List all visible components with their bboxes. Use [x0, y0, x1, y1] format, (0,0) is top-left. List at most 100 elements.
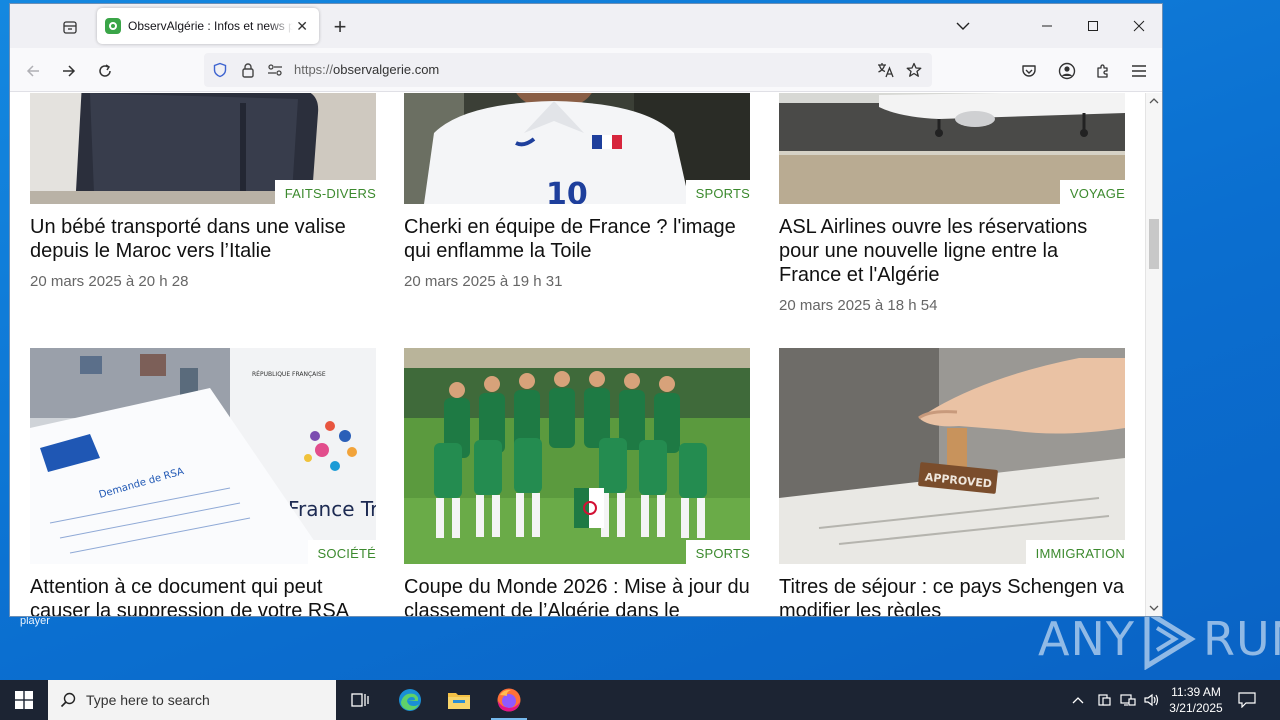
algeria-team-photo — [404, 348, 750, 564]
url-protocol: https:// — [294, 62, 334, 77]
site-favicon-icon — [105, 18, 121, 34]
address-bar[interactable]: https://observalgerie.com — [204, 53, 932, 87]
show-hidden-icons-button[interactable] — [1068, 680, 1088, 720]
play-logo-icon — [1144, 608, 1196, 670]
tray-device-button[interactable] — [1094, 680, 1114, 720]
watermark-any: ANY — [1038, 612, 1135, 666]
lock-icon — [242, 63, 254, 78]
browser-window: ObservAlgérie : Infos et news pour l'Alg… — [10, 4, 1162, 616]
tab-title: ObservAlgérie : Infos et news pour l'Alg… — [128, 19, 294, 33]
account-button[interactable] — [1054, 58, 1080, 84]
list-all-tabs-button[interactable] — [940, 4, 986, 48]
search-icon — [60, 692, 76, 708]
task-view-button[interactable] — [336, 680, 384, 720]
article-image[interactable]: VOYAGE — [779, 93, 1125, 204]
taskbar-clock[interactable]: 11:39 AM 3/21/2025 — [1166, 684, 1226, 716]
notifications-button[interactable] — [1232, 680, 1262, 720]
network-icon — [1120, 694, 1136, 706]
pocket-button[interactable] — [1016, 58, 1042, 84]
article-title[interactable]: Titres de séjour : ce pays Schengen va m… — [779, 575, 1125, 616]
close-window-button[interactable] — [1116, 4, 1162, 48]
category-badge[interactable]: SOCIÉTÉ — [307, 540, 376, 564]
article-title[interactable]: ASL Airlines ouvre les réservations pour… — [779, 215, 1125, 287]
article-card[interactable]: 10 SPORTS Cherki en équipe de France ? l… — [404, 93, 750, 290]
article-title[interactable]: Coupe du Monde 2026 : Mise à jour du cla… — [404, 575, 750, 616]
article-image[interactable]: APPROVED IMMIGRATION — [779, 348, 1125, 564]
category-badge[interactable]: SPORTS — [685, 180, 750, 204]
device-icon — [1098, 694, 1111, 706]
taskbar-edge[interactable] — [386, 680, 434, 720]
edge-icon — [399, 689, 421, 711]
article-card[interactable]: APPROVED IMMIGRATION Titres de séjour : … — [779, 348, 1125, 616]
article-title[interactable]: Un bébé transporté dans une valise depui… — [30, 215, 376, 263]
category-badge[interactable]: IMMIGRATION — [1025, 540, 1125, 564]
plus-icon: + — [333, 14, 347, 39]
tab-close-button[interactable]: ✕ — [293, 17, 311, 35]
article-date: 20 mars 2025 à 18 h 54 — [779, 297, 938, 314]
scroll-up-button[interactable] — [1146, 93, 1162, 109]
article-image[interactable]: RÉPUBLIQUE FRANÇAISE France Travail Dema… — [30, 348, 376, 564]
new-tab-button[interactable]: + — [328, 14, 352, 39]
firefox-icon — [497, 688, 521, 712]
approved-stamp-photo: APPROVED — [779, 348, 1125, 564]
category-badge[interactable]: SPORTS — [685, 540, 750, 564]
windows-logo-icon — [15, 691, 33, 709]
article-image[interactable]: SPORTS — [404, 348, 750, 564]
france-travail-text: France Travail — [288, 497, 376, 521]
bookmark-star-button[interactable] — [904, 60, 924, 80]
url-text[interactable]: https://observalgerie.com — [294, 62, 439, 77]
volume-button[interactable] — [1142, 680, 1162, 720]
page-scrollbar[interactable] — [1145, 93, 1162, 616]
site-security-button[interactable] — [238, 60, 258, 80]
tab-bar: ObservAlgérie : Infos et news pour l'Alg… — [10, 4, 1162, 48]
tab-observalgerie[interactable]: ObservAlgérie : Infos et news pour l'Alg… — [97, 8, 319, 44]
tracking-protection-button[interactable] — [210, 60, 230, 80]
article-title[interactable]: Cherki en équipe de France ? l'image qui… — [404, 215, 750, 263]
desktop-icon-label[interactable]: player — [20, 615, 50, 627]
navigation-toolbar: https://observalgerie.com — [10, 48, 1162, 92]
taskbar-search-box[interactable]: Type here to search — [48, 680, 336, 720]
page-content: FAITS-DIVERS Un bébé transporté dans une… — [10, 93, 1145, 616]
taskbar-file-explorer[interactable] — [435, 680, 483, 720]
chevron-down-icon — [956, 22, 970, 30]
reload-button[interactable] — [92, 58, 118, 84]
shield-icon — [213, 62, 227, 78]
article-title[interactable]: Attention à ce document qui peut causer … — [30, 575, 376, 616]
start-button[interactable] — [0, 680, 48, 720]
article-card[interactable]: RÉPUBLIQUE FRANÇAISE France Travail Dema… — [30, 348, 376, 616]
permissions-button[interactable] — [265, 60, 285, 80]
article-image[interactable]: FAITS-DIVERS — [30, 93, 376, 204]
category-badge[interactable]: FAITS-DIVERS — [274, 180, 376, 204]
rsa-documents-photo: RÉPUBLIQUE FRANÇAISE France Travail Dema… — [30, 348, 376, 564]
article-date: 20 mars 2025 à 19 h 31 — [404, 273, 563, 290]
maximize-icon — [1088, 21, 1098, 31]
article-image[interactable]: 10 SPORTS — [404, 93, 750, 204]
article-card[interactable]: VOYAGE ASL Airlines ouvre les réservatio… — [779, 93, 1125, 314]
republique-text: RÉPUBLIQUE FRANÇAISE — [252, 370, 326, 378]
translate-icon — [878, 63, 894, 78]
category-badge[interactable]: VOYAGE — [1059, 180, 1125, 204]
app-menu-button[interactable] — [1126, 58, 1152, 84]
extensions-button[interactable] — [1090, 58, 1116, 84]
task-view-icon — [351, 693, 369, 707]
tab-list-button[interactable] — [58, 16, 82, 38]
arrow-right-icon — [63, 65, 76, 77]
scrollbar-thumb[interactable] — [1149, 219, 1159, 269]
arrow-left-icon — [26, 65, 39, 77]
tab-list-icon — [63, 21, 77, 34]
maximize-button[interactable] — [1070, 4, 1116, 48]
url-domain: observalgerie.com — [333, 62, 440, 77]
article-card[interactable]: SPORTS Coupe du Monde 2026 : Mise à jour… — [404, 348, 750, 616]
chevron-up-icon — [1072, 697, 1084, 704]
taskbar-firefox[interactable] — [485, 680, 533, 720]
hamburger-menu-icon — [1132, 65, 1146, 77]
network-button[interactable] — [1118, 680, 1138, 720]
forward-button[interactable] — [56, 58, 82, 84]
article-card[interactable]: FAITS-DIVERS Un bébé transporté dans une… — [30, 93, 376, 290]
scroll-down-button[interactable] — [1146, 600, 1162, 616]
reload-icon — [99, 64, 111, 77]
minimize-button[interactable] — [1024, 4, 1070, 48]
translate-button[interactable] — [876, 60, 896, 80]
back-button[interactable] — [20, 58, 46, 84]
speaker-icon — [1144, 693, 1159, 707]
